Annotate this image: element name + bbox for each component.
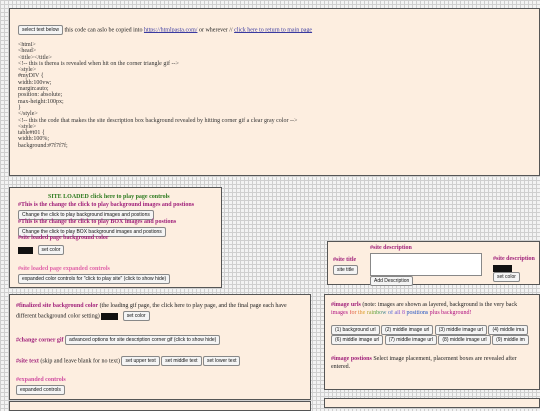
return-main-link[interactable]: click here to return to main page (234, 27, 312, 33)
expanded-controls-button[interactable]: expanded controls (16, 385, 65, 395)
code-line: background:#7f7f7f; (18, 142, 68, 149)
site-description-label-right: #site description (493, 256, 535, 262)
lower-panel-left (9, 401, 311, 411)
add-description-button[interactable]: Add Description (370, 276, 414, 286)
copy-text: this code can aslo be copied into (64, 27, 143, 34)
image-url-button-7[interactable]: (7) middle image url (384, 335, 437, 345)
code-text-area[interactable]: <html> <head> <title></title> <!-- this is … (18, 42, 533, 167)
copy-mid-text: or wherever // (198, 27, 233, 34)
rainbow-text: for the rainbow of all 8 (349, 310, 405, 316)
image-urls-note: (note: images are shown as layered, back… (362, 302, 518, 308)
image-url-button-3[interactable]: (3) middle image url (434, 325, 487, 335)
images-word: images (331, 310, 348, 316)
image-positions-heading: #image postions (331, 356, 372, 362)
change-corner-heading: #change corner gif (16, 337, 64, 344)
image-positions-text: Select image placement, placement boxes … (373, 356, 517, 362)
finalized-panel: #finalized site background color (the lo… (9, 294, 311, 400)
color-swatch[interactable] (18, 246, 33, 254)
change-box-heading: #This is the change the click to play BO… (18, 219, 177, 225)
site-description-label: #site description (370, 245, 412, 251)
description-set-color-button[interactable]: set color (493, 272, 520, 282)
site-description-input[interactable] (370, 253, 482, 276)
image-urls-panel: #image urls (note: images are shown as l… (324, 294, 540, 390)
site-text-note: (skip and leave blank for no text) (40, 358, 120, 365)
select-text-button[interactable]: select text below (18, 25, 63, 35)
set-upper-text-button[interactable]: set upper text (121, 356, 160, 366)
image-url-button-4[interactable]: (4) middle ima (488, 325, 529, 335)
site-loaded-link[interactable]: SITE LOADED click here to play page cont… (48, 194, 170, 202)
corner-gif-options-button[interactable]: advanced options for site description co… (65, 335, 221, 345)
image-positions-text-2: entered. (331, 364, 351, 370)
expanded-controls-heading: #expanded controls (16, 377, 66, 383)
set-color-button[interactable]: set color (37, 245, 65, 255)
plus-background-text: plus background! (429, 310, 472, 316)
expanded-heading: #site loaded page expanded controls (18, 266, 110, 272)
site-title-button[interactable]: site title (333, 265, 358, 275)
image-urls-heading: #image urls (331, 302, 361, 308)
description-color-swatch[interactable] (493, 265, 512, 272)
finalized-set-color-button[interactable]: set color (122, 311, 150, 321)
code-panel: select text below this code can aslo be … (9, 8, 540, 176)
page-controls-panel: SITE LOADED click here to play page cont… (9, 187, 222, 288)
set-middle-text-button[interactable]: set middle text (161, 356, 202, 366)
change-bg-heading: #This is the change the click to play ba… (18, 202, 195, 208)
set-lower-text-button[interactable]: set lower text (203, 356, 241, 366)
bg-color-heading: #site loaded page background color (18, 235, 109, 241)
image-url-button-9[interactable]: (9) middle im (492, 335, 529, 345)
expanded-color-button[interactable]: expanded color controls for "click to pl… (18, 274, 171, 284)
positions-word: positions (406, 310, 429, 316)
finalized-color-swatch[interactable] (101, 312, 119, 320)
site-title-panel: #site title site title #site description… (327, 241, 540, 286)
image-url-button-8[interactable]: (8) middle image url (438, 335, 491, 345)
site-title-label: #site title (333, 257, 357, 263)
site-text-heading: #site text (16, 358, 39, 365)
background-url-button[interactable]: (1) background url (331, 325, 380, 335)
htmlpasta-link[interactable]: https://htmlpasta.com/ (144, 27, 198, 33)
image-url-button-2[interactable]: (2) middle image url (381, 325, 434, 335)
finalized-bg-heading: #finalized site background color (16, 303, 99, 309)
lower-panel-right (324, 398, 540, 408)
image-url-button-6[interactable]: (6) middle image url (331, 335, 384, 345)
